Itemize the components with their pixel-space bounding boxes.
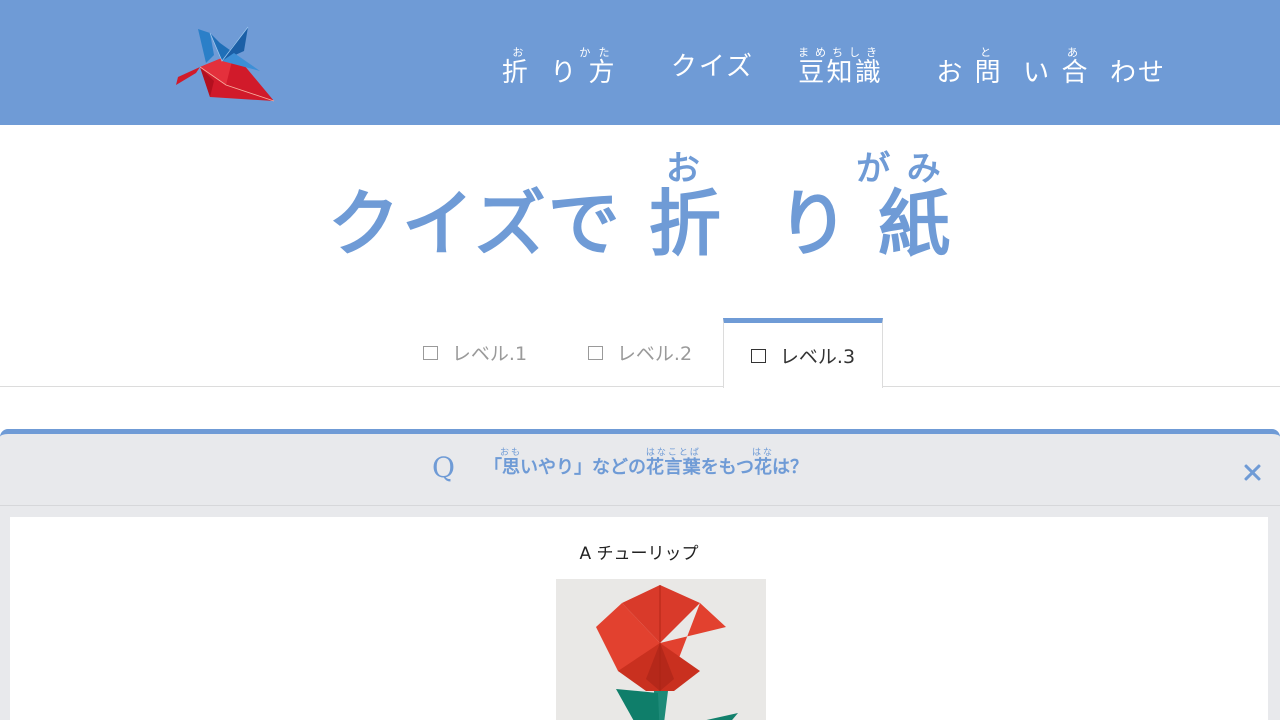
- title-text: クイズで: [327, 182, 622, 266]
- main-nav: 折 お り 方 かた クイズ 豆知識 まめちしき お 問 と い 合 あ わせ: [458, 46, 1166, 89]
- page-title: クイズで 折 お り 紙 がみ: [0, 149, 1280, 270]
- nav-text: クイズ: [670, 52, 755, 82]
- question-segment: は？: [771, 457, 808, 478]
- nav-text: お: [936, 58, 965, 88]
- question-ruby: おも: [500, 448, 523, 458]
- nav-trivia[interactable]: 豆知識 まめちしき: [798, 46, 892, 89]
- question-bar: Q 「思おもいやり」などの花言葉はなことばをもつ花はなは？: [0, 434, 1280, 506]
- tab-label: レベル.2: [616, 343, 693, 365]
- title-ruby: お: [621, 149, 750, 189]
- nav-ruby: まめちしき: [798, 46, 884, 59]
- answer-panel: A チューリップ: [10, 517, 1268, 720]
- nav-ruby: お: [501, 46, 540, 59]
- crane-logo-icon[interactable]: [170, 25, 276, 103]
- question-segment: いやり」などの: [520, 457, 646, 478]
- title-text: 紙: [878, 182, 953, 266]
- tab-level-2[interactable]: レベル.2: [560, 318, 720, 387]
- nav-ruby: と: [964, 46, 1013, 59]
- question-segment: 花言葉: [645, 457, 701, 478]
- nav-how-to-fold[interactable]: 折 お り 方 かた: [502, 46, 627, 89]
- question-segment: 思: [500, 457, 522, 478]
- tulip-image: [556, 579, 766, 720]
- title-ruby: がみ: [851, 149, 953, 189]
- nav-text: 豆知識: [798, 58, 884, 88]
- tab-level-3[interactable]: レベル.3: [723, 318, 883, 388]
- checkbox-icon: [750, 348, 766, 363]
- checkbox-icon: [422, 345, 438, 360]
- site-header: 折 お り 方 かた クイズ 豆知識 まめちしき お 問 と い 合 あ わせ: [0, 0, 1280, 125]
- nav-quiz[interactable]: クイズ: [671, 46, 754, 89]
- nav-text: 折: [501, 58, 530, 88]
- nav-text: い: [1023, 58, 1052, 88]
- nav-text: 方: [588, 58, 617, 88]
- title-text: り: [776, 182, 851, 266]
- question-segment: をもつ: [700, 457, 754, 478]
- tab-level-1[interactable]: レベル.1: [395, 318, 555, 387]
- nav-ruby: かた: [578, 46, 617, 59]
- nav-text: 問: [974, 58, 1003, 88]
- nav-text: 合: [1061, 58, 1090, 88]
- question-ruby: はな: [751, 448, 774, 458]
- question-ruby: はなことば: [645, 448, 701, 458]
- quiz-modal: Q 「思おもいやり」などの花言葉はなことばをもつ花はなは？ A チューリップ: [0, 429, 1280, 720]
- question-segment: 花: [751, 457, 774, 478]
- nav-ruby: あ: [1051, 46, 1100, 59]
- answer-text: A チューリップ: [579, 544, 699, 564]
- title-text: 折: [648, 182, 723, 266]
- nav-text: わせ: [1109, 58, 1166, 88]
- close-icon[interactable]: [1240, 461, 1264, 485]
- checkbox-icon: [587, 345, 603, 360]
- tab-label: レベル.3: [779, 346, 856, 368]
- nav-text: り: [550, 58, 579, 88]
- nav-contact[interactable]: お 問 と い 合 あ わせ: [936, 46, 1166, 89]
- question-text: 「思おもいやり」などの花言葉はなことばをもつ花はなは？: [484, 448, 808, 479]
- question-mark-label: Q: [432, 451, 455, 484]
- level-tabs: レベル.1 レベル.2 レベル.3: [0, 318, 1280, 388]
- tab-label: レベル.1: [451, 343, 528, 365]
